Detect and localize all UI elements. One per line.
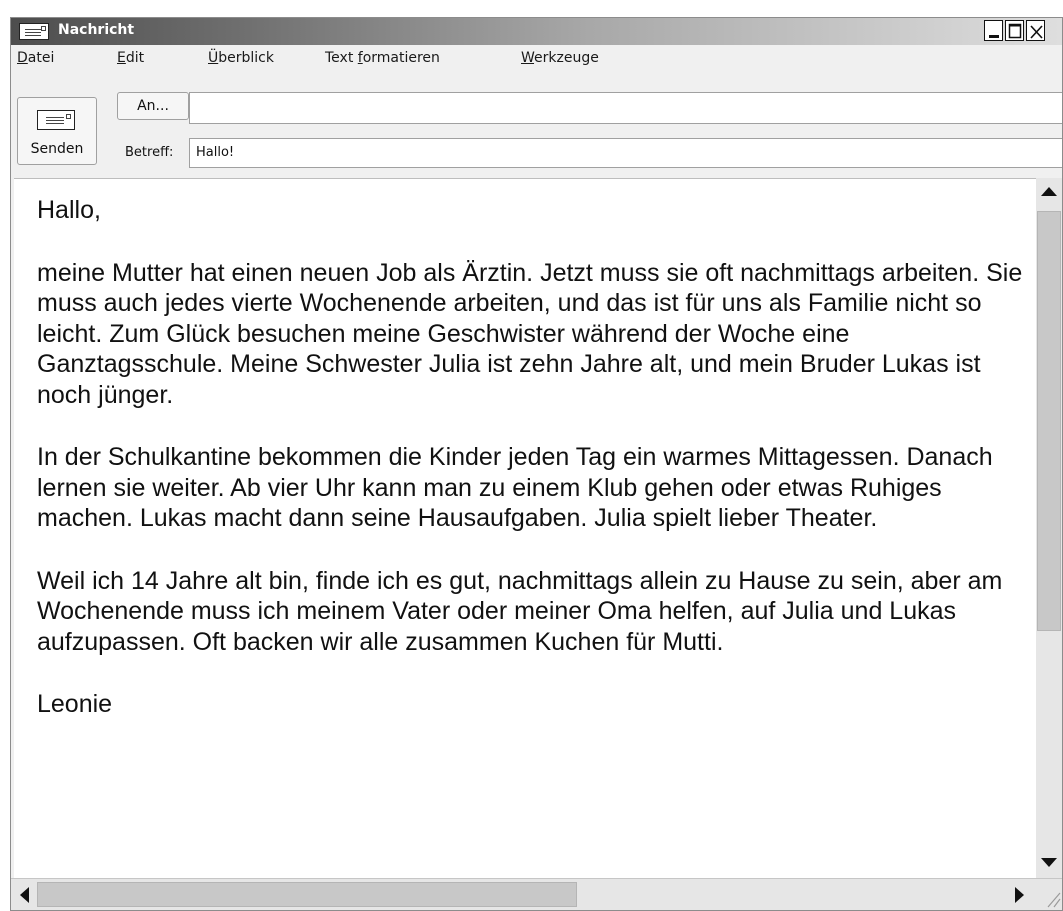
menu-datei[interactable]: Datei — [17, 50, 54, 66]
send-label: Senden — [30, 141, 84, 157]
envelope-icon — [19, 23, 49, 40]
horizontal-scrollbar[interactable] — [11, 878, 1062, 910]
minimize-icon — [989, 35, 999, 38]
scroll-right-icon[interactable] — [1015, 887, 1024, 903]
to-field[interactable] — [189, 92, 1062, 124]
resize-grip-icon[interactable] — [1036, 881, 1062, 909]
menu-edit[interactable]: Edit — [117, 50, 144, 66]
minimize-button[interactable] — [984, 20, 1003, 41]
window-title: Nachricht — [58, 22, 135, 38]
menu-ueberblick[interactable]: Überblick — [208, 50, 274, 66]
close-button[interactable] — [1026, 20, 1045, 41]
greeting: Hallo, — [37, 196, 101, 224]
signature: Leonie — [37, 690, 113, 718]
maximize-button[interactable] — [1005, 20, 1024, 41]
close-icon — [1030, 25, 1043, 39]
menu-bar: Datei Edit Überblick Text formatieren We… — [11, 45, 1062, 71]
maximize-icon — [1008, 23, 1022, 39]
subject-field[interactable]: Hallo! — [189, 138, 1062, 168]
to-button[interactable]: An... — [117, 92, 189, 120]
vertical-scroll-thumb[interactable] — [1037, 211, 1061, 631]
body-paragraph: Weil ich 14 Jahre alt bin, finde ich es … — [37, 566, 1003, 656]
scroll-up-icon[interactable] — [1041, 187, 1057, 196]
scroll-left-icon[interactable] — [20, 887, 29, 903]
vertical-scrollbar[interactable] — [1036, 178, 1062, 878]
send-button[interactable]: Senden — [17, 97, 97, 165]
menu-text-formatieren[interactable]: Text formatieren — [325, 50, 440, 66]
message-window: Nachricht Datei Edit Überblick Text form… — [10, 17, 1063, 911]
message-body: Hallo, meine Mutter hat einen neuen Job … — [37, 195, 1032, 720]
horizontal-scroll-thumb[interactable] — [37, 882, 577, 907]
title-bar[interactable]: Nachricht — [11, 18, 1062, 45]
scroll-down-icon[interactable] — [1041, 858, 1057, 867]
message-body-editor[interactable]: Hallo, meine Mutter hat einen neuen Job … — [14, 178, 1036, 879]
menu-werkzeuge[interactable]: Werkzeuge — [521, 50, 599, 66]
envelope-icon — [37, 110, 75, 130]
subject-label: Betreff: — [125, 145, 174, 160]
body-paragraph: meine Mutter hat einen neuen Job als Ärz… — [37, 258, 1023, 409]
body-paragraph: In der Schulkantine bekommen die Kinder … — [37, 443, 993, 532]
